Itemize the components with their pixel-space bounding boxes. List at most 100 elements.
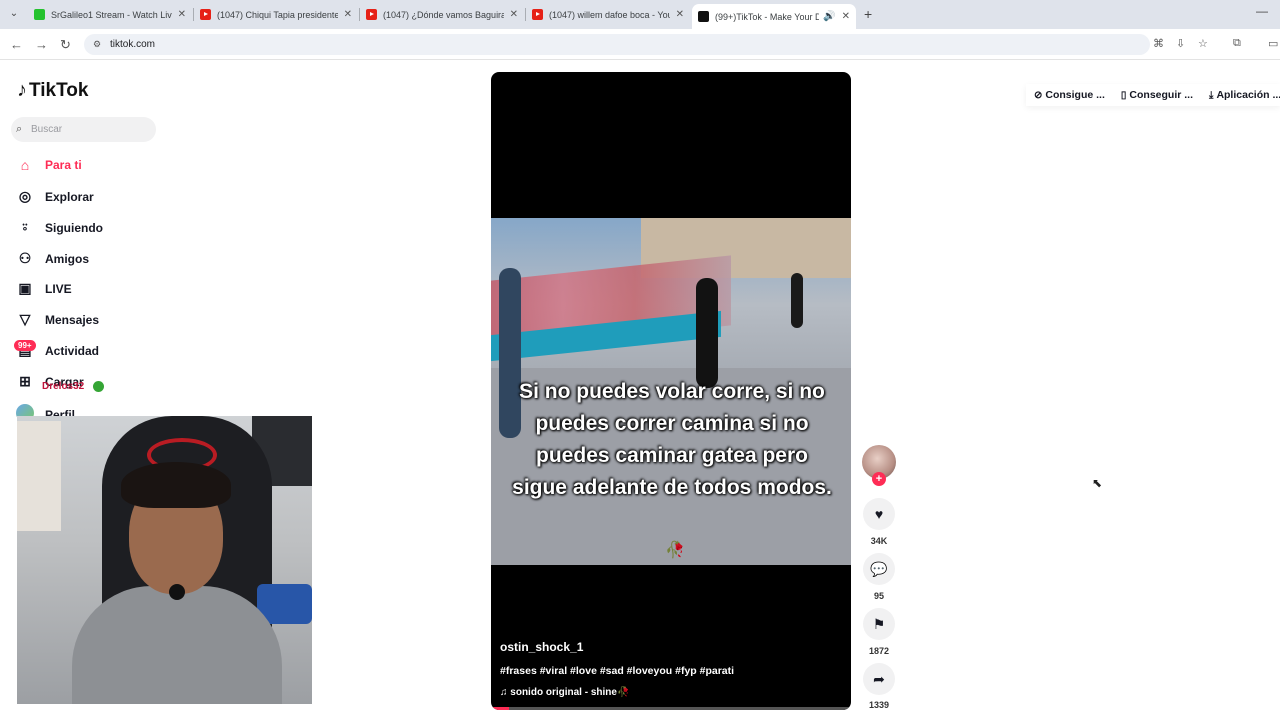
get-app-label: Conseguir ... [1129, 89, 1194, 101]
sidebar-item-amigos[interactable]: ⚇ Amigos [16, 250, 89, 267]
install-app-icon[interactable]: ⇩ [1176, 37, 1185, 50]
friends-icon: ⚇ [18, 250, 32, 266]
close-icon[interactable]: ✕ [676, 9, 684, 20]
activity-badge: 99+ [14, 340, 36, 351]
browser-tab[interactable]: (1047) Chiqui Tapia presidente d ✕ [194, 4, 358, 25]
streamer-hair [121, 462, 231, 508]
heart-icon: ♥ [874, 506, 884, 522]
logo-text: TikTok [29, 79, 89, 101]
mouse-pointer-icon: ⬉ [1092, 476, 1103, 490]
browser-tab-active[interactable]: (99+)TikTok - Make Your Da 🔊 ✕ [692, 4, 856, 29]
comment-button[interactable]: 💬 [863, 553, 895, 585]
sidebar-item-explorar[interactable]: ◎ Explorar [16, 188, 94, 205]
video-author[interactable]: ostin_shock_1 [500, 640, 583, 654]
comment-icon: 💬 [870, 561, 888, 577]
extensions-icon[interactable]: ⧉ [1233, 37, 1241, 50]
reload-icon[interactable]: ↻ [60, 37, 71, 53]
video-sound[interactable]: ♫ sonido original - shine🥀 [500, 687, 629, 698]
tab-title: SrGalileo1 Stream - Watch Live [51, 9, 172, 20]
sidebar-item-label: Explorar [45, 189, 94, 204]
youtube-icon [200, 9, 211, 20]
home-icon: ⌂ [20, 157, 30, 173]
url-field[interactable]: ⚙ tiktok.com [84, 34, 1150, 55]
like-button[interactable]: ♥ [863, 498, 895, 530]
desktop-app-button[interactable]: ⤓ Aplicación ... [1201, 89, 1280, 101]
youtube-icon [366, 9, 377, 20]
sound-label: sonido original - shine🥀 [510, 687, 630, 698]
video-frame: Si no puedes volar corre, si no puedes c… [491, 218, 851, 565]
browser-tab[interactable]: SrGalileo1 Stream - Watch Live ✕ [28, 4, 192, 25]
tab-title: (99+)TikTok - Make Your Da [715, 11, 820, 22]
bookmark-star-icon[interactable]: ☆ [1198, 37, 1208, 50]
share-icon: ➦ [873, 671, 885, 687]
share-count: 1339 [868, 700, 890, 710]
translate-icon[interactable]: ⌘ [1153, 37, 1164, 50]
search-input[interactable]: ⌕ Buscar [11, 117, 156, 142]
browser-tab-bar: ⌄ SrGalileo1 Stream - Watch Live ✕ (1047… [0, 0, 1280, 29]
kick-icon [34, 9, 45, 20]
close-icon[interactable]: ✕ [510, 9, 518, 20]
forward-arrow-icon[interactable]: → [35, 37, 48, 52]
stream-overlay-username: Drelos32 [42, 381, 85, 392]
bookshelf [17, 421, 61, 531]
sidebar-item-label: Mensajes [45, 312, 100, 327]
sidebar-item-para-ti[interactable]: ⌂ Para ti [16, 157, 82, 173]
address-bar-row: ← → ↻ ⚙ tiktok.com ⌘ ⇩ ☆ ⧉ ▭ [0, 29, 1280, 60]
browser-tab[interactable]: (1047) willem dafoe boca - You ✕ [526, 4, 690, 25]
sidebar-icon[interactable]: ▭ [1268, 37, 1278, 50]
tiktok-icon [698, 11, 709, 22]
video-progress-fill [491, 707, 509, 710]
following-icon: ⍤ [20, 219, 30, 235]
streamer-body [72, 586, 282, 704]
sidebar-item-label: Para ti [45, 158, 82, 172]
headset-mic [169, 584, 185, 600]
sidebar-item-siguiendo[interactable]: ⍤ Siguiendo [16, 219, 103, 236]
youtube-icon [532, 9, 543, 20]
tiktok-logo[interactable]: ♪ TikTok [17, 79, 88, 102]
sidebar-item-label: Actividad [45, 343, 100, 358]
audio-icon[interactable]: 🔊 [823, 11, 835, 22]
site-settings-icon[interactable]: ⚙ [93, 34, 101, 55]
coin-icon: ⊘ [1034, 89, 1043, 101]
runner-center [696, 278, 718, 388]
top-actions-bar: ⊘ Consigue ... ▯ Conseguir ... ⤓ Aplicac… [1026, 84, 1280, 106]
video-player[interactable]: Si no puedes volar corre, si no puedes c… [491, 72, 851, 710]
webcam-overlay [17, 416, 312, 704]
sidebar-item-live[interactable]: ▣ LIVE [16, 280, 72, 297]
close-icon[interactable]: ✕ [344, 9, 352, 20]
back-arrow-icon[interactable]: ← [10, 37, 23, 52]
tab-title: (1047) Chiqui Tapia presidente d [217, 9, 338, 20]
compass-icon: ◎ [18, 188, 32, 204]
send-icon: ▽ [19, 311, 31, 327]
close-icon[interactable]: ✕ [842, 11, 850, 22]
like-count: 34K [870, 536, 888, 546]
live-icon: ▣ [18, 280, 32, 296]
close-icon[interactable]: ✕ [178, 9, 186, 20]
video-hashtags[interactable]: #frases #viral #love #sad #loveyou #fyp … [500, 665, 734, 677]
save-count: 1872 [868, 646, 890, 656]
tiktok-note-icon: ♪ [17, 79, 27, 101]
save-button[interactable]: ⚑ [863, 608, 895, 640]
get-coins-button[interactable]: ⊘ Consigue ... [1026, 89, 1113, 101]
rose-icon: 🥀 [665, 542, 685, 559]
url-text: tiktok.com [110, 39, 156, 50]
desktop-app-label: Aplicación ... [1216, 89, 1280, 101]
video-progress-bar[interactable] [491, 707, 851, 710]
get-coins-label: Consigue ... [1045, 89, 1105, 101]
music-note-icon: ♫ [500, 687, 511, 698]
share-button[interactable]: ➦ [863, 663, 895, 695]
search-placeholder: Buscar [31, 124, 63, 135]
minimize-button[interactable]: — [1256, 4, 1268, 18]
browser-tab[interactable]: (1047) ¿Dónde vamos Baguira? P ✕ [360, 4, 524, 25]
get-app-button[interactable]: ▯ Conseguir ... [1113, 89, 1201, 101]
sidebar-item-label: Amigos [45, 251, 90, 266]
stream-overlay-icon [93, 381, 104, 392]
sidebar-item-label: LIVE [45, 281, 72, 296]
video-caption: Si no puedes volar corre, si no puedes c… [512, 380, 832, 499]
runner-far [791, 273, 803, 328]
follow-plus-icon[interactable]: + [872, 472, 886, 486]
new-tab-button[interactable]: + [864, 6, 872, 22]
sidebar-item-mensajes[interactable]: ▽ Mensajes [16, 311, 99, 328]
tab-search-icon[interactable]: ⌄ [6, 6, 22, 22]
tab-title: (1047) ¿Dónde vamos Baguira? P [383, 9, 504, 20]
